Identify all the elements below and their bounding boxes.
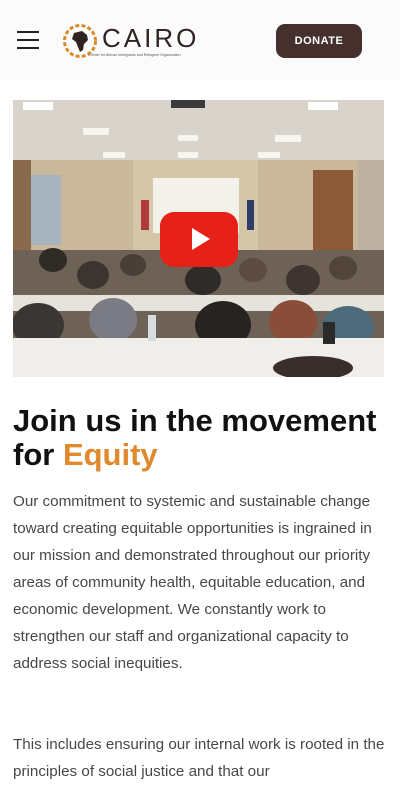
play-icon (192, 228, 210, 250)
video-player[interactable] (13, 100, 384, 377)
intro-paragraph: Our commitment to systemic and sustainab… (13, 493, 372, 672)
play-button[interactable] (160, 212, 238, 267)
hamburger-menu-icon[interactable] (17, 31, 39, 49)
brand-tagline: Center for African Immigrants and Refuge… (89, 53, 181, 57)
heading-accent: Equity (62, 437, 158, 472)
site-header: CAIRO Center for African Immigrants and … (0, 0, 400, 80)
page-heading: Join us in the movement for Equity (13, 404, 393, 472)
brand-name: CAIRO (102, 23, 200, 53)
donate-button[interactable]: DONATE (276, 24, 362, 58)
site-logo[interactable]: CAIRO Center for African Immigrants and … (62, 22, 207, 64)
secondary-paragraph: This includes ensuring our internal work… (13, 736, 385, 780)
